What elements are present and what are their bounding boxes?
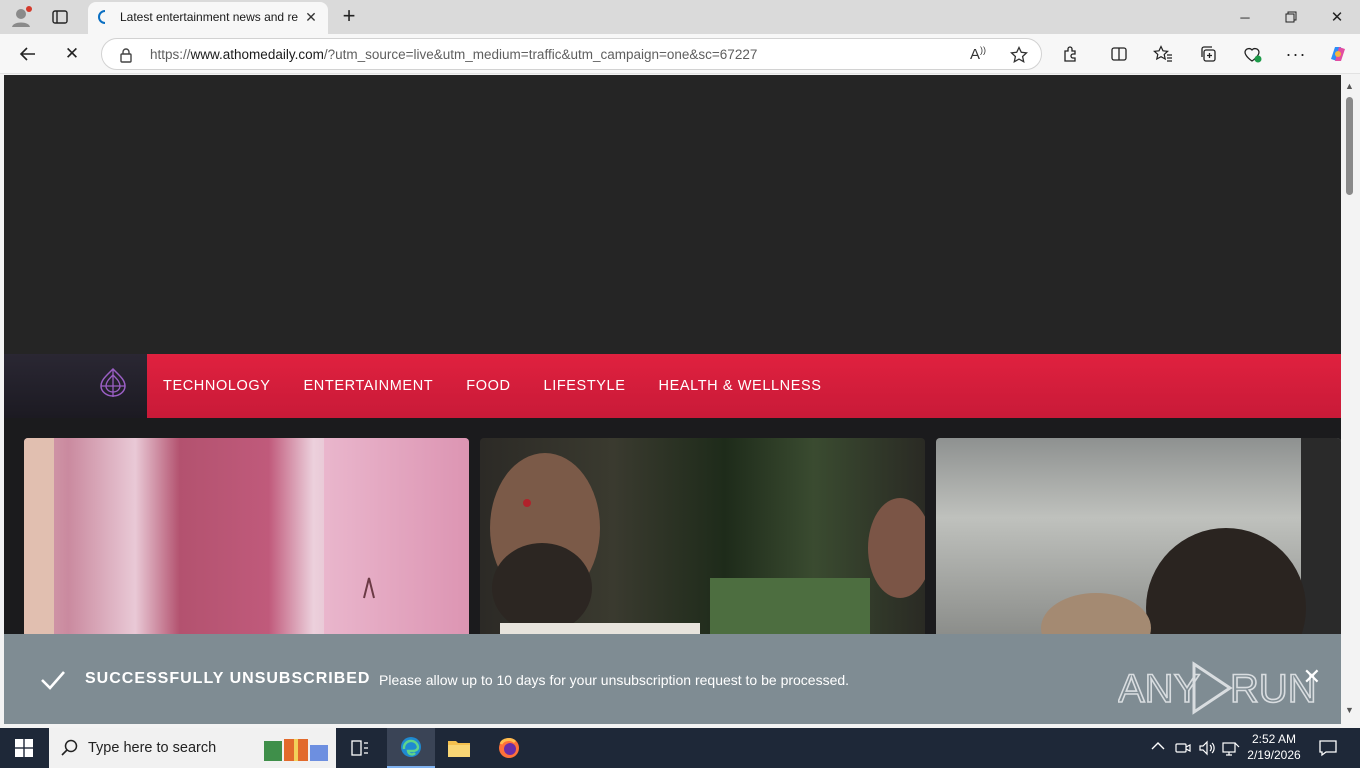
windows-start-icon[interactable]	[0, 728, 48, 768]
file-explorer-icon[interactable]	[435, 728, 483, 768]
show-hidden-icons-icon[interactable]	[1151, 740, 1165, 754]
site-logo-icon[interactable]	[96, 366, 130, 400]
browser-toolbar: ✕ https://www.athomedaily.com/?utm_sourc…	[0, 34, 1360, 74]
site-logo[interactable]	[4, 354, 147, 418]
article-card-3[interactable]	[936, 438, 1341, 638]
notice-message: Please allow up to 10 days for your unsu…	[379, 672, 850, 688]
search-highlight-gift-icon	[264, 739, 328, 761]
back-button[interactable]	[14, 40, 42, 68]
copilot-icon[interactable]	[1324, 40, 1352, 68]
article-card-2[interactable]	[480, 438, 925, 638]
anyrun-watermark-logo: ANY RUN	[1118, 661, 1317, 715]
extensions-icon[interactable]	[1057, 40, 1085, 68]
split-screen-icon[interactable]	[1105, 40, 1133, 68]
profile-avatar-icon[interactable]	[10, 6, 32, 28]
minimize-button[interactable]: ─	[1222, 0, 1268, 34]
scroll-up-arrow-icon[interactable]: ▲	[1345, 81, 1354, 91]
address-bar[interactable]: https://www.athomedaily.com/?utm_source=…	[101, 38, 1042, 70]
volume-icon[interactable]	[1198, 740, 1216, 761]
scroll-down-arrow-icon[interactable]: ▼	[1345, 705, 1354, 715]
favorites-icon[interactable]	[1149, 40, 1177, 68]
article-image-2	[490, 453, 925, 638]
nav-item-entertainment[interactable]: ENTERTAINMENT	[304, 378, 434, 394]
checkmark-icon	[41, 671, 65, 690]
settings-more-icon[interactable]: ···	[1282, 40, 1310, 68]
svg-text:ANY: ANY	[1118, 667, 1200, 711]
new-tab-button[interactable]: +	[338, 5, 360, 28]
notice-title: SUCCESSFULLY UNSUBSCRIBED	[85, 670, 371, 687]
site-navigation: TECHNOLOGY ENTERTAINMENT FOOD LIFESTYLE …	[4, 354, 1341, 418]
firefox-icon[interactable]	[485, 728, 533, 768]
lock-icon[interactable]	[119, 47, 133, 63]
nav-item-lifestyle[interactable]: LIFESTYLE	[544, 378, 626, 394]
article-card-1[interactable]	[24, 438, 469, 638]
nav-menu: TECHNOLOGY ENTERTAINMENT FOOD LIFESTYLE …	[163, 354, 855, 418]
ad-placeholder	[4, 75, 1341, 354]
search-placeholder: Type here to search	[88, 740, 217, 756]
url-text[interactable]: https://www.athomedaily.com/?utm_source=…	[150, 47, 757, 62]
nav-item-health-wellness[interactable]: HEALTH & WELLNESS	[659, 378, 822, 394]
scroll-thumb[interactable]	[1346, 97, 1353, 195]
nav-item-food[interactable]: FOOD	[466, 378, 510, 394]
network-icon[interactable]	[1222, 740, 1240, 761]
page-scrollbar[interactable]: ▲ ▼	[1341, 75, 1360, 724]
favorite-star-icon[interactable]	[1010, 46, 1028, 64]
clock-time: 2:52 AM	[1251, 732, 1297, 746]
notifications-icon[interactable]	[1318, 739, 1338, 762]
stop-loading-button[interactable]: ✕	[58, 40, 86, 68]
read-aloud-icon[interactable]: A))	[970, 45, 986, 63]
tab-close-icon[interactable]: ✕	[302, 8, 320, 26]
tab-strip: Latest entertainment news and re ✕ + ─ ✕	[0, 0, 1360, 34]
meet-now-icon[interactable]	[1175, 740, 1191, 761]
task-view-icon[interactable]	[336, 728, 384, 768]
notice-close-icon[interactable]: ✕	[1303, 664, 1321, 690]
search-icon	[61, 739, 78, 756]
edge-taskbar-icon[interactable]	[387, 728, 435, 768]
tab-title: Latest entertainment news and re	[120, 10, 298, 24]
article-image-3	[1041, 438, 1341, 638]
article-image-1	[24, 438, 469, 638]
nav-item-technology[interactable]: TECHNOLOGY	[163, 378, 271, 394]
windows-taskbar: Type here to search 2:52 AM 2/19/2026	[0, 728, 1360, 768]
collections-icon[interactable]	[1194, 40, 1222, 68]
active-tab[interactable]: Latest entertainment news and re ✕	[88, 2, 328, 34]
taskbar-search[interactable]: Type here to search	[49, 728, 336, 768]
clock-date: 2/19/2026	[1247, 748, 1301, 762]
close-window-button[interactable]: ✕	[1314, 0, 1360, 34]
content-divider	[4, 418, 1341, 438]
loading-icon	[98, 10, 106, 24]
web-page: TECHNOLOGY ENTERTAINMENT FOOD LIFESTYLE …	[4, 75, 1341, 724]
system-clock[interactable]: 2:52 AM 2/19/2026	[1244, 731, 1304, 763]
tab-actions-icon[interactable]	[51, 8, 69, 26]
unsubscribe-notice: SUCCESSFULLY UNSUBSCRIBED Please allow u…	[4, 634, 1341, 724]
browser-essentials-icon[interactable]	[1238, 40, 1266, 68]
restore-button[interactable]	[1268, 0, 1314, 34]
